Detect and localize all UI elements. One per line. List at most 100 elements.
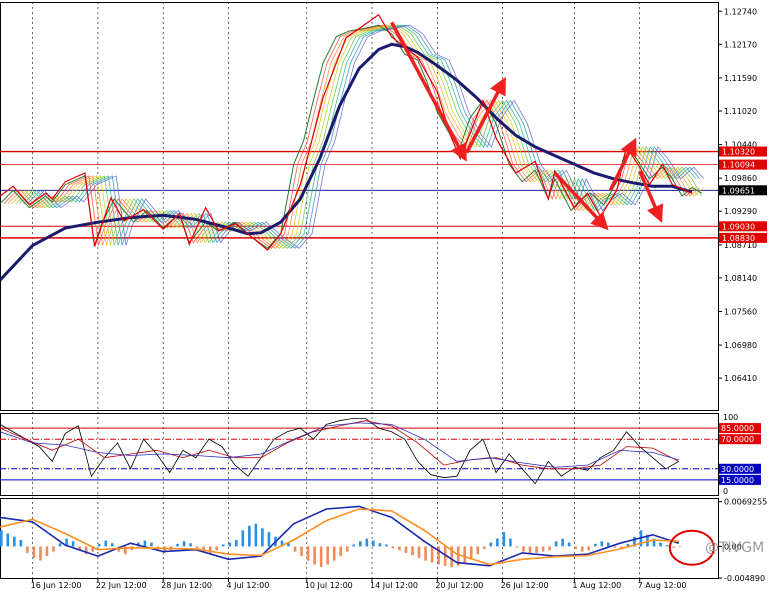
zigzag-line xyxy=(0,13,693,251)
price-label: 1.09651 xyxy=(722,186,755,195)
time-axis: 16 Jun 12:00 22 Jun 12:00 28 Jun 12:00 4 Ju… xyxy=(31,578,687,590)
time-tick-label: 26 Jul 12:00 xyxy=(501,581,549,590)
price-tick-label: 1.08140 xyxy=(724,274,757,283)
macd-histogram-bar xyxy=(515,546,519,548)
panel-frame xyxy=(0,498,719,579)
macd-histogram-bar xyxy=(248,525,251,547)
time-tick-label: 7 Aug 12:00 xyxy=(638,581,687,590)
macd-histogram-bar xyxy=(509,538,512,547)
macd-histogram-bar xyxy=(6,533,10,547)
stochastic-panel: 85.0000 70.0000 30.0000 15.0000 100 0 xyxy=(0,413,761,496)
macd-histogram-bar xyxy=(261,528,264,547)
price-tick-label: 1.12170 xyxy=(724,40,757,49)
time-tick-label: 20 Jul 12:00 xyxy=(435,581,483,590)
macd-histogram-bar xyxy=(326,546,329,565)
macd-histogram-bar xyxy=(678,546,682,548)
macd-histogram-bar xyxy=(522,546,525,552)
macd-histogram-bar xyxy=(665,545,669,547)
macd-histogram-bar xyxy=(463,546,467,564)
macd-histogram-bar xyxy=(561,538,564,547)
macd-histogram-bar xyxy=(228,542,232,547)
price-tick-label: 1.12740 xyxy=(724,7,757,16)
price-label: 1.10320 xyxy=(722,148,755,157)
macd-histogram-bar xyxy=(52,546,55,552)
macd-tick-label: 0.0069255 xyxy=(724,498,767,507)
macd-histogram-bar xyxy=(150,542,153,547)
macd-histogram-bar xyxy=(189,543,192,547)
macd-histogram-bar xyxy=(548,546,551,551)
price-label: 1.10094 xyxy=(722,161,755,170)
macd-histogram-bar xyxy=(313,546,316,565)
macd-histogram-bar xyxy=(345,546,349,552)
stoch-tick-label: 0 xyxy=(723,487,728,496)
macd-histogram-bar xyxy=(0,530,3,547)
macd-histogram-bar xyxy=(293,546,297,552)
price-tick-label: 1.11590 xyxy=(724,74,757,83)
chart-canvas: 85.0000 70.0000 30.0000 15.0000 100 0 0.00692… xyxy=(0,2,767,590)
price-tick-label: 1.06980 xyxy=(724,341,757,350)
macd-histogram-bar xyxy=(593,543,597,547)
time-tick-label: 22 Jun 12:00 xyxy=(96,581,147,590)
stoch-level-label: 15.0000 xyxy=(721,476,754,485)
macd-histogram-bar xyxy=(39,546,42,561)
price-tick-label: 1.09860 xyxy=(724,174,757,183)
macd-histogram-bar xyxy=(659,542,662,547)
macd-histogram-bar xyxy=(104,540,108,547)
macd-histogram-bar xyxy=(574,546,577,550)
macd-histogram-bar xyxy=(97,543,101,547)
macd-histogram-bar xyxy=(254,523,258,547)
price-tick-label: 1.06410 xyxy=(724,374,757,383)
macd-histogram-bar xyxy=(554,541,558,547)
macd-panel: 0.00692550.00-0.004890 xyxy=(0,498,767,583)
time-tick-label: 14 Jul 12:00 xyxy=(370,581,418,590)
macd-tick-label: -0.004890 xyxy=(724,574,765,583)
macd-histogram-bar xyxy=(483,546,486,550)
stoch-line xyxy=(0,422,679,468)
macd-histogram-bar xyxy=(600,541,604,547)
macd-line xyxy=(0,508,679,566)
macd-histogram-bar xyxy=(176,543,179,547)
price-label: 1.08830 xyxy=(722,234,755,243)
macd-histogram-bar xyxy=(404,546,408,553)
macd-histogram-bar xyxy=(13,536,16,547)
macd-histogram-bar xyxy=(110,543,114,547)
macd-histogram-bar xyxy=(182,541,186,547)
ribbon-ma-line xyxy=(27,24,701,249)
macd-histogram-bar xyxy=(267,532,271,547)
macd-histogram-bar xyxy=(19,539,23,547)
stoch-level-label: 30.0000 xyxy=(721,465,754,474)
macd-histogram-bar xyxy=(385,544,388,547)
macd-histogram-bar xyxy=(32,546,36,559)
macd-histogram-bar xyxy=(339,546,343,557)
price-label: 1.09030 xyxy=(722,222,755,231)
time-tick-label: 4 Jul 12:00 xyxy=(226,581,269,590)
macd-histogram-bar xyxy=(234,539,238,547)
macd-histogram-bar xyxy=(535,546,538,553)
stoch-level-label: 85.0000 xyxy=(721,424,754,433)
macd-histogram-bar xyxy=(359,541,362,547)
macd-histogram-bar xyxy=(430,546,434,563)
price-tick-label: 1.07560 xyxy=(724,307,757,316)
macd-histogram-bar xyxy=(332,546,336,561)
macd-histogram-bar xyxy=(417,546,421,559)
time-tick-label: 1 Aug 12:00 xyxy=(572,581,621,590)
time-tick-label: 28 Jun 12:00 xyxy=(161,581,212,590)
watermark: @TIVGM xyxy=(705,540,764,556)
price-axis: 1.127401.121701.115901.110201.104401.098… xyxy=(718,7,767,383)
time-tick-label: 10 Jul 12:00 xyxy=(305,581,353,590)
macd-histogram-bar xyxy=(58,543,62,547)
macd-histogram-bar xyxy=(613,546,617,548)
macd-histogram-bar xyxy=(45,546,49,557)
macd-histogram-bar xyxy=(372,540,375,547)
macd-histogram-bar xyxy=(411,546,414,556)
macd-histogram-bar xyxy=(215,546,218,551)
time-tick-label: 16 Jun 12:00 xyxy=(31,581,82,590)
macd-histogram-bar xyxy=(587,546,591,551)
macd-histogram-bar xyxy=(567,542,571,547)
macd-histogram-bar xyxy=(26,546,29,553)
macd-histogram-bar xyxy=(424,546,427,561)
macd-histogram-bar xyxy=(489,542,493,547)
macd-histogram-bar xyxy=(241,530,245,547)
macd-histogram-bar xyxy=(352,544,356,547)
macd-histogram-bar xyxy=(469,546,473,560)
